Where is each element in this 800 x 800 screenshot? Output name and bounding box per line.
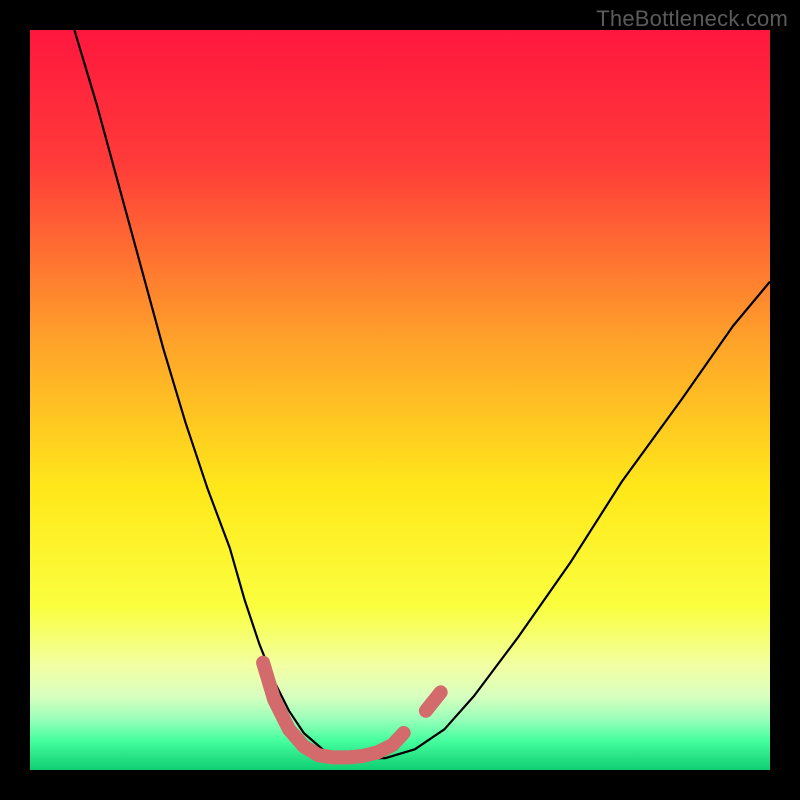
chart-frame: TheBottleneck.com [0,0,800,800]
watermark-text: TheBottleneck.com [596,6,788,32]
valley-marker-right-dot [426,692,441,711]
plot-area [30,30,770,770]
valley-marker [263,663,404,758]
bottleneck-curve [74,30,770,758]
curve-layer [30,30,770,770]
